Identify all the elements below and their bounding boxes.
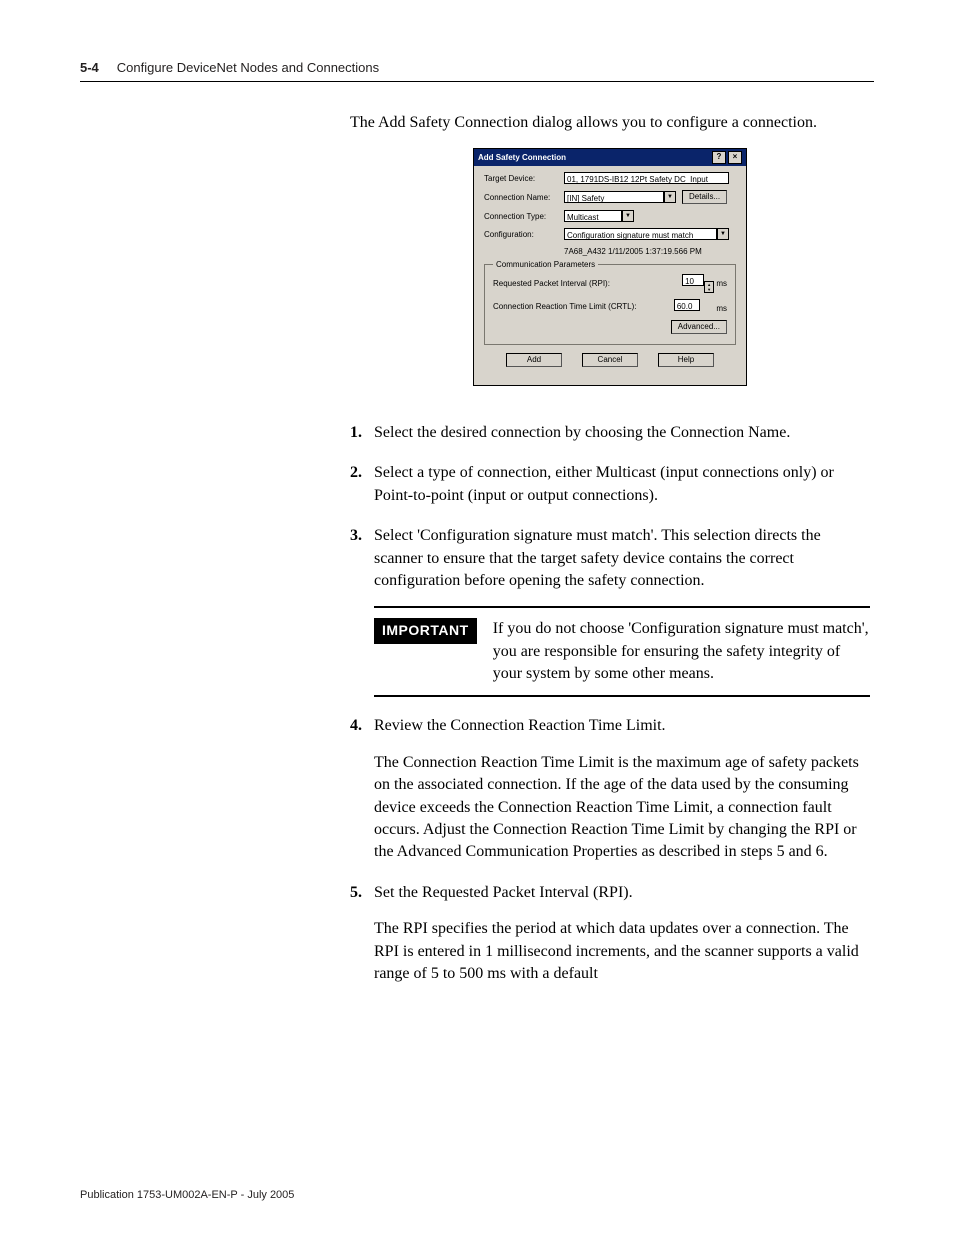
connection-type-select[interactable]: Multicast [564,210,622,222]
step-3-text: Select 'Configuration signature must mat… [374,525,870,592]
label-configuration: Configuration: [484,229,564,240]
group-title: Communication Parameters [493,259,598,270]
label-connection-name: Connection Name: [484,192,564,203]
configuration-signature-value: 7A68_A432 1/11/2005 1:37:19.566 PM [564,246,702,257]
dialog-titlebar: Add Safety Connection ? × [474,149,746,166]
step-2: Select a type of connection, either Mult… [350,462,870,507]
add-safety-connection-dialog: Add Safety Connection ? × Target Device:… [473,148,747,386]
header-rule [80,81,874,82]
label-crtl: Connection Reaction Time Limit (CRTL): [493,301,636,312]
crtl-unit: ms [716,304,727,313]
intro-paragraph: The Add Safety Connection dialog allows … [350,112,870,134]
advanced-button[interactable]: Advanced... [671,320,727,334]
rpi-unit: ms [716,279,727,288]
page-number: 5-4 [80,60,99,75]
important-badge: IMPORTANT [374,618,477,644]
step-4: Review the Connection Reaction Time Limi… [350,715,870,863]
dialog-title: Add Safety Connection [478,152,566,163]
important-text: If you do not choose 'Configuration sign… [493,618,870,685]
chevron-down-icon[interactable]: ▼ [717,228,729,240]
publication-footer: Publication 1753-UM002A-EN-P - July 2005 [80,1189,294,1201]
step-5-text-a: Set the Requested Packet Interval (RPI). [374,882,870,904]
steps-list: Select the desired connection by choosin… [350,422,870,985]
details-button[interactable]: Details... [682,190,727,204]
connection-name-select[interactable]: [IN] Safety [564,191,664,203]
running-header: 5-4 Configure DeviceNet Nodes and Connec… [80,60,874,75]
close-icon[interactable]: × [728,151,742,164]
label-connection-type: Connection Type: [484,211,564,222]
step-1: Select the desired connection by choosin… [350,422,870,444]
communication-parameters-group: Communication Parameters Requested Packe… [484,264,736,345]
rpi-spinner[interactable]: ▲▼ [704,281,714,293]
step-1-text: Select the desired connection by choosin… [374,422,870,444]
chevron-down-icon[interactable]: ▼ [622,210,634,222]
important-callout: IMPORTANT If you do not choose 'Configur… [374,606,870,697]
configuration-select[interactable]: Configuration signature must match [564,228,717,240]
step-2-text: Select a type of connection, either Mult… [374,462,870,507]
help-icon[interactable]: ? [712,151,726,164]
help-button[interactable]: Help [658,353,714,367]
section-title: Configure DeviceNet Nodes and Connection… [117,60,379,75]
step-5-text-b: The RPI specifies the period at which da… [374,918,870,985]
cancel-button[interactable]: Cancel [582,353,638,367]
step-5: Set the Requested Packet Interval (RPI).… [350,882,870,986]
crtl-input[interactable]: 60.0 [674,299,700,311]
label-target-device: Target Device: [484,173,564,184]
step-3: Select 'Configuration signature must mat… [350,525,870,697]
target-device-field[interactable]: 01, 1791DS-IB12 12Pt Safety DC_Input [564,172,729,184]
step-4-text-b: The Connection Reaction Time Limit is th… [374,752,870,864]
step-4-text-a: Review the Connection Reaction Time Limi… [374,715,870,737]
add-button[interactable]: Add [506,353,562,367]
chevron-down-icon[interactable]: ▼ [664,191,676,203]
rpi-input[interactable]: 10 [682,274,704,286]
label-rpi: Requested Packet Interval (RPI): [493,278,610,289]
